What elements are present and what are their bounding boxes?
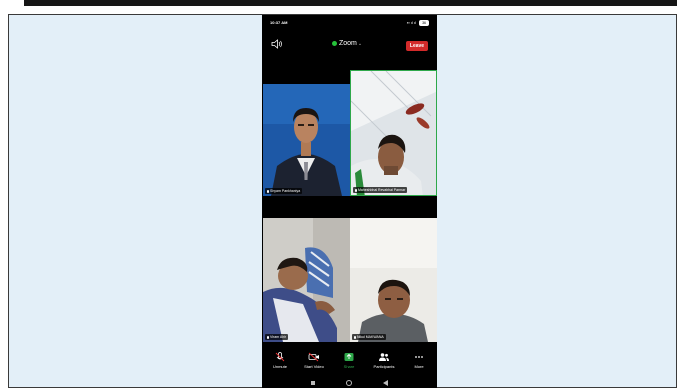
share-label: Share <box>343 364 355 369</box>
participants-label: Participants <box>373 364 395 369</box>
mic-muted-icon <box>354 335 356 339</box>
mic-muted-icon <box>267 335 269 339</box>
video-tile-1[interactable]: Shyam Pankhaniya <box>263 84 350 196</box>
chevron-down-icon: ⌄ <box>357 41 363 47</box>
mic-muted-icon <box>267 189 269 193</box>
leave-button[interactable]: Leave <box>406 41 428 51</box>
participant-photo-1 <box>263 84 350 196</box>
unmute-label: Unmute <box>272 364 287 369</box>
recents-icon[interactable] <box>311 381 315 385</box>
participant-photo-3 <box>263 218 350 342</box>
signal-icon: ▪▪ ıl ıl <box>406 20 416 25</box>
participant-name: Viram Ahir <box>270 335 287 339</box>
video-tile-4[interactable]: Nikul MAKWANA <box>350 218 437 342</box>
meeting-title[interactable]: Zoom⌄ <box>332 40 362 47</box>
back-icon[interactable] <box>383 380 388 386</box>
participants-button[interactable]: Participants <box>368 352 400 369</box>
mic-muted-icon <box>275 352 285 362</box>
start-video-label: Start Video <box>304 364 324 369</box>
share-screen-icon <box>344 353 354 361</box>
android-nav-bar <box>262 377 437 388</box>
more-button[interactable]: More <box>403 352 435 369</box>
participants-icon <box>379 353 389 361</box>
participant-name-label: Shyam Pankhaniya <box>265 188 303 194</box>
participant-name: Maheshbhai Revabhai Parmar <box>358 188 406 192</box>
meeting-header: Zoom⌄ Leave <box>262 33 437 53</box>
battery-icon: 36 <box>419 20 429 26</box>
speaker-icon[interactable] <box>271 39 283 49</box>
mic-muted-icon <box>355 188 357 192</box>
video-tile-2[interactable]: Maheshbhai Revabhai Parmar <box>350 70 437 196</box>
top-strip <box>0 0 677 14</box>
secure-shield-icon <box>332 40 337 46</box>
participant-name-label: Nikul MAKWANA <box>352 334 386 340</box>
phone-screenshot: 10:37 AM ▪▪ ıl ıl 36 Zoom⌄ Leave Shyam P… <box>262 15 437 388</box>
meeting-title-text: Zoom <box>339 40 357 47</box>
video-tile-3[interactable]: Viram Ahir <box>263 218 350 342</box>
participant-photo-4 <box>350 218 437 342</box>
dark-banner <box>24 0 677 6</box>
participant-name-label: Maheshbhai Revabhai Parmar <box>353 187 408 193</box>
participant-photo-2 <box>351 71 436 195</box>
status-icons: ▪▪ ıl ıl 36 <box>407 20 429 26</box>
status-bar: 10:37 AM ▪▪ ıl ıl 36 <box>262 15 437 29</box>
more-label: More <box>414 364 424 369</box>
participant-name-label: Viram Ahir <box>265 334 289 340</box>
video-off-icon <box>308 352 319 362</box>
status-time: 10:37 AM <box>270 20 288 25</box>
meeting-toolbar: Unmute Start Video Share Participants Mo… <box>262 349 437 376</box>
unmute-button[interactable]: Unmute <box>264 352 296 369</box>
participant-name: Nikul MAKWANA <box>357 335 384 339</box>
more-dots-icon <box>415 356 423 358</box>
start-video-button[interactable]: Start Video <box>298 352 330 369</box>
participant-name: Shyam Pankhaniya <box>270 189 301 193</box>
home-icon[interactable] <box>346 380 352 386</box>
share-button[interactable]: Share <box>333 352 365 369</box>
